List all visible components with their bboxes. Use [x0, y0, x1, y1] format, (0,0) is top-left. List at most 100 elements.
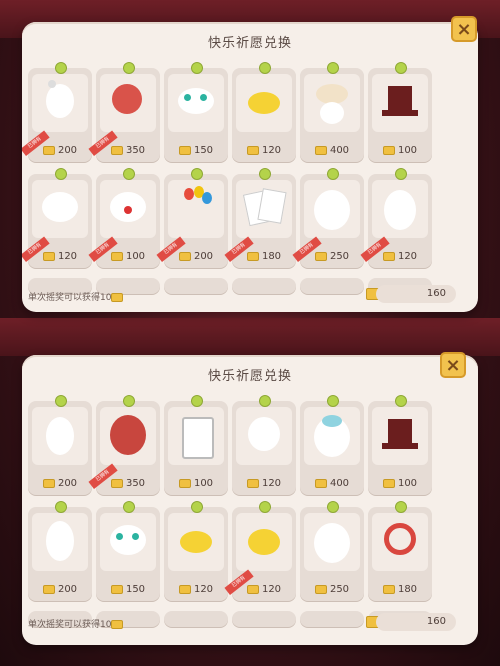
close-icon: × [456, 18, 472, 40]
item-art [372, 74, 428, 132]
item-price: 120 [164, 584, 228, 595]
coin-icon [178, 145, 191, 155]
item-art [236, 180, 292, 238]
coin-icon [246, 251, 259, 261]
coin-icon [178, 478, 191, 488]
item-card[interactable]: 已拥有 120 [22, 168, 92, 268]
exchange-panel-2: 快乐祈愿兑换 200 已拥有 350 100 120 400 100 200 15… [22, 355, 478, 645]
pin-icon [327, 62, 339, 74]
coin-icon [382, 251, 395, 261]
pin-icon [327, 168, 339, 180]
pin-icon [123, 501, 135, 513]
item-price: 100 [164, 478, 228, 489]
item-art [304, 180, 360, 238]
pin-icon [395, 501, 407, 513]
pin-icon [395, 62, 407, 74]
coin-icon [314, 251, 327, 261]
item-price: 200 [28, 584, 92, 595]
item-art [372, 180, 428, 238]
pin-icon [259, 62, 271, 74]
item-art [168, 74, 224, 132]
item-card[interactable]: 100 [368, 62, 432, 162]
coin-icon [246, 584, 259, 594]
item-card[interactable]: 400 [300, 395, 364, 495]
coin-icon [314, 145, 327, 155]
coin-icon [110, 478, 123, 488]
pin-icon [191, 395, 203, 407]
item-price: 200 [28, 478, 92, 489]
footer-note: 单次摇奖可以获得10 [28, 617, 126, 630]
item-card[interactable]: 250 [300, 501, 364, 601]
item-art [236, 513, 292, 571]
item-price: 200 [164, 251, 228, 262]
coin-total: 160 [376, 285, 456, 303]
item-art [372, 407, 428, 465]
item-grid: 200 已拥有 350 100 120 400 100 200 150 120 已… [28, 395, 458, 601]
item-card[interactable]: 已拥有 250 [292, 168, 364, 268]
background-band-middle [0, 318, 500, 356]
coin-icon [314, 584, 327, 594]
item-card[interactable]: 已拥有 120 [224, 501, 296, 601]
coin-icon [42, 478, 55, 488]
item-card[interactable]: 120 [232, 62, 296, 162]
item-price: 350 [96, 145, 160, 156]
item-art [100, 513, 156, 571]
item-card[interactable]: 150 [164, 62, 228, 162]
coin-icon [246, 145, 259, 155]
pin-icon [123, 168, 135, 180]
item-card[interactable]: 已拥有 200 [156, 168, 228, 268]
item-price: 120 [232, 478, 296, 489]
item-card[interactable]: 120 [232, 395, 296, 495]
close-button[interactable]: × [440, 352, 466, 378]
coin-icon [42, 145, 55, 155]
item-card[interactable]: 180 [368, 501, 432, 601]
coin-icon [111, 293, 124, 302]
item-grid: 已拥有 200 已拥有 350 150 120 400 100 已拥有 120 已拥有… [22, 62, 458, 268]
panel-title: 快乐祈愿兑换 [207, 369, 292, 384]
coin-icon [382, 145, 395, 155]
item-card[interactable]: 已拥有 180 [224, 168, 296, 268]
item-art [304, 74, 360, 132]
pin-icon [123, 62, 135, 74]
close-button[interactable]: × [451, 16, 477, 42]
item-card[interactable]: 已拥有 100 [88, 168, 160, 268]
item-card[interactable]: 400 [300, 62, 364, 162]
item-card[interactable]: 200 [28, 501, 92, 601]
pin-icon [55, 62, 67, 74]
item-art [304, 513, 360, 571]
item-art [100, 180, 156, 238]
item-art [32, 74, 88, 132]
close-icon: × [445, 354, 461, 376]
item-card[interactable]: 100 [368, 395, 432, 495]
coin-icon [110, 145, 123, 155]
item-card[interactable]: 已拥有 120 [360, 168, 432, 268]
item-price: 180 [232, 251, 296, 262]
item-art [236, 74, 292, 132]
pin-icon [191, 501, 203, 513]
item-price: 150 [164, 145, 228, 156]
pin-icon [327, 501, 339, 513]
item-art [168, 407, 224, 465]
coin-icon [382, 478, 395, 488]
item-card[interactable]: 已拥有 350 [88, 395, 160, 495]
pin-icon [259, 168, 271, 180]
item-card[interactable]: 已拥有 350 [88, 62, 160, 162]
item-art [32, 180, 88, 238]
item-price: 120 [368, 251, 432, 262]
item-price: 350 [96, 478, 160, 489]
item-card[interactable]: 150 [96, 501, 160, 601]
coin-icon [110, 251, 123, 261]
item-card[interactable]: 120 [164, 501, 228, 601]
pin-icon [259, 501, 271, 513]
coin-icon [178, 584, 191, 594]
item-art [100, 407, 156, 465]
item-card[interactable]: 200 [28, 395, 92, 495]
item-card[interactable]: 已拥有 200 [22, 62, 92, 162]
item-art [304, 407, 360, 465]
item-card[interactable]: 100 [164, 395, 228, 495]
item-price: 100 [96, 251, 160, 262]
coin-icon [42, 584, 55, 594]
item-price: 120 [232, 584, 296, 595]
pin-icon [55, 168, 67, 180]
footer-note: 单次摇奖可以获得10 [28, 290, 126, 303]
